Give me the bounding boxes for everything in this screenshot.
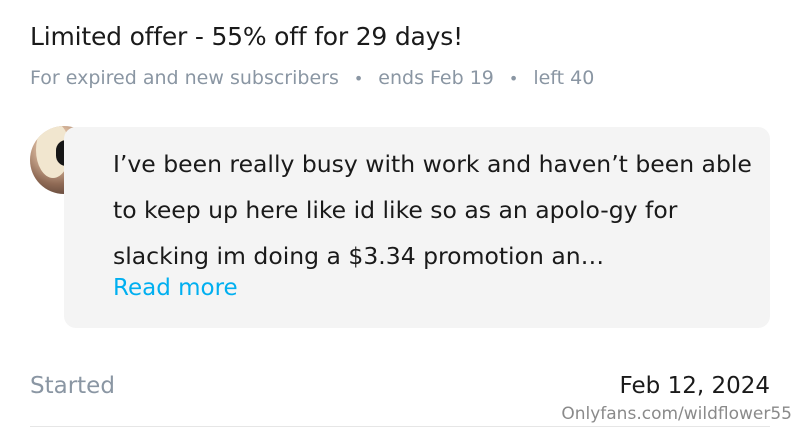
offer-audience: For expired and new subscribers bbox=[30, 67, 339, 89]
started-label: Started bbox=[30, 373, 115, 399]
read-more-link[interactable]: Read more bbox=[113, 275, 238, 301]
divider bbox=[30, 426, 770, 427]
message-text: I’ve been really busy with work and have… bbox=[113, 150, 752, 270]
offer-ends: ends Feb 19 bbox=[378, 67, 494, 89]
offer-meta: For expired and new subscribers • ends F… bbox=[30, 67, 594, 89]
started-date: Feb 12, 2024 bbox=[619, 373, 770, 399]
message-bubble: I’ve been really busy with work and have… bbox=[64, 127, 770, 328]
offer-title: Limited offer - 55% off for 29 days! bbox=[30, 22, 463, 51]
watermark: Onlyfans.com/wildflower55 bbox=[561, 404, 792, 424]
meta-separator: • bbox=[353, 68, 364, 88]
meta-separator: • bbox=[508, 68, 519, 88]
offer-remaining: left 40 bbox=[533, 67, 595, 89]
